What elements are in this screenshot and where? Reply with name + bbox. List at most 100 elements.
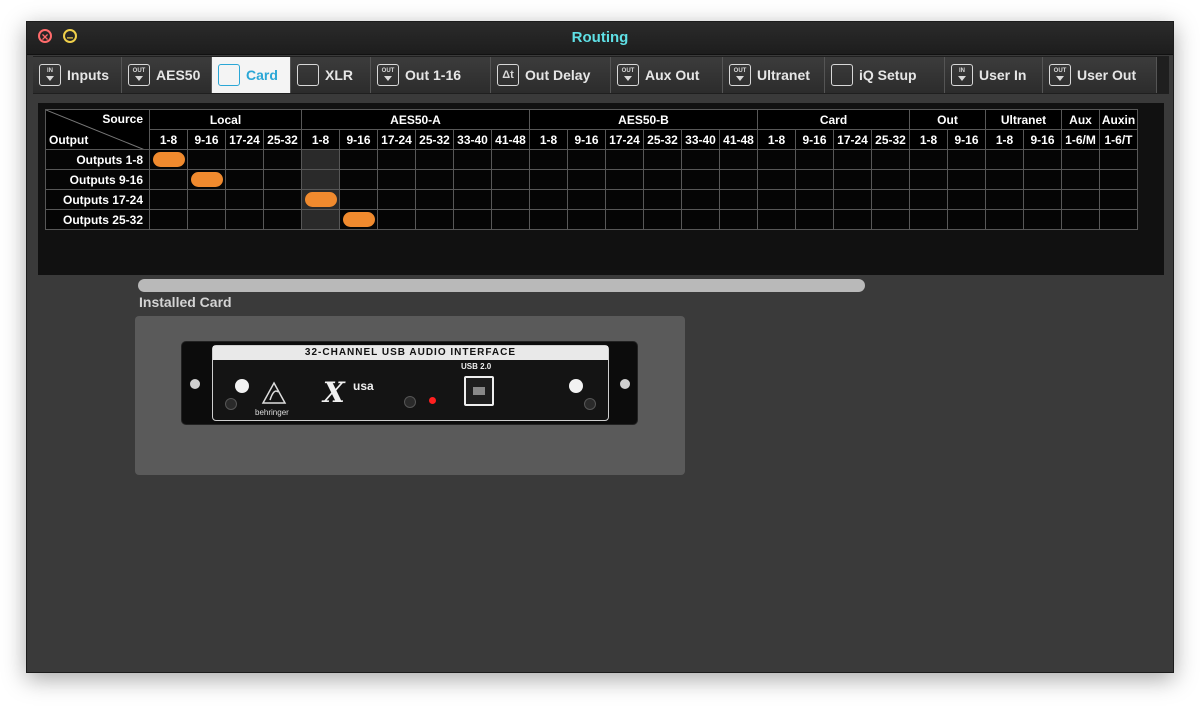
routing-cell[interactable]	[909, 149, 948, 170]
routing-cell[interactable]	[1023, 209, 1062, 230]
routing-cell[interactable]	[605, 189, 644, 210]
routing-cell[interactable]	[377, 169, 416, 190]
routing-cell[interactable]	[339, 149, 378, 170]
routing-cell[interactable]	[947, 189, 986, 210]
routing-cell[interactable]	[415, 149, 454, 170]
tab-iq-setup[interactable]: iQ Setup	[825, 57, 945, 93]
routing-cell[interactable]	[871, 189, 910, 210]
routing-cell[interactable]	[719, 169, 758, 190]
routing-cell[interactable]	[301, 209, 340, 230]
routing-cell[interactable]	[833, 209, 872, 230]
routing-cell[interactable]	[795, 149, 834, 170]
routing-cell[interactable]	[1099, 189, 1138, 210]
routing-cell[interactable]	[871, 149, 910, 170]
routing-cell[interactable]	[187, 149, 226, 170]
routing-cell[interactable]	[605, 209, 644, 230]
routing-cell[interactable]	[795, 169, 834, 190]
tab-aux-out[interactable]: OUT Aux Out	[611, 57, 723, 93]
routing-cell[interactable]	[605, 149, 644, 170]
routing-cell[interactable]	[719, 209, 758, 230]
routing-cell[interactable]	[985, 149, 1024, 170]
routing-cell[interactable]	[263, 169, 302, 190]
routing-cell[interactable]	[225, 189, 264, 210]
routing-cell[interactable]	[301, 149, 340, 170]
routing-cell[interactable]	[681, 189, 720, 210]
routing-cell[interactable]	[339, 189, 378, 210]
routing-cell[interactable]	[453, 209, 492, 230]
routing-cell[interactable]	[681, 169, 720, 190]
routing-cell[interactable]	[263, 209, 302, 230]
routing-cell[interactable]	[529, 189, 568, 210]
routing-cell[interactable]	[567, 149, 606, 170]
routing-cell[interactable]	[833, 149, 872, 170]
tab-out-1-16[interactable]: OUT Out 1-16	[371, 57, 491, 93]
routing-cell[interactable]	[1023, 189, 1062, 210]
routing-cell[interactable]	[909, 169, 948, 190]
routing-cell[interactable]	[377, 209, 416, 230]
routing-cell[interactable]	[225, 169, 264, 190]
routing-cell[interactable]	[187, 209, 226, 230]
routing-cell[interactable]	[187, 189, 226, 210]
routing-cell[interactable]	[1023, 149, 1062, 170]
routing-cell[interactable]	[757, 149, 796, 170]
routing-cell[interactable]	[453, 169, 492, 190]
routing-cell[interactable]	[643, 169, 682, 190]
routing-cell[interactable]	[643, 189, 682, 210]
routing-cell[interactable]	[149, 149, 188, 170]
routing-cell[interactable]	[643, 209, 682, 230]
routing-cell[interactable]	[605, 169, 644, 190]
routing-cell[interactable]	[491, 169, 530, 190]
tab-card[interactable]: Card	[212, 57, 291, 93]
routing-cell[interactable]	[567, 189, 606, 210]
route-assignment-indicator[interactable]	[152, 152, 185, 168]
routing-cell[interactable]	[1061, 189, 1100, 210]
routing-cell[interactable]	[529, 149, 568, 170]
tab-inputs[interactable]: IN Inputs	[33, 57, 122, 93]
routing-cell[interactable]	[149, 209, 188, 230]
routing-cell[interactable]	[947, 149, 986, 170]
tab-aes50[interactable]: OUT AES50	[122, 57, 212, 93]
tab-ultranet[interactable]: OUT Ultranet	[723, 57, 825, 93]
routing-cell[interactable]	[225, 209, 264, 230]
routing-cell[interactable]	[301, 169, 340, 190]
routing-cell[interactable]	[757, 169, 796, 190]
routing-cell[interactable]	[719, 149, 758, 170]
routing-cell[interactable]	[719, 189, 758, 210]
routing-cell[interactable]	[225, 149, 264, 170]
routing-cell[interactable]	[377, 189, 416, 210]
routing-cell[interactable]	[643, 149, 682, 170]
routing-cell[interactable]	[149, 189, 188, 210]
routing-cell[interactable]	[149, 169, 188, 190]
routing-cell[interactable]	[1099, 149, 1138, 170]
routing-cell[interactable]	[453, 149, 492, 170]
routing-cell[interactable]	[491, 209, 530, 230]
route-assignment-indicator[interactable]	[342, 212, 375, 228]
routing-cell[interactable]	[833, 189, 872, 210]
routing-cell[interactable]	[1061, 169, 1100, 190]
routing-cell[interactable]	[909, 189, 948, 210]
routing-cell[interactable]	[985, 209, 1024, 230]
routing-cell[interactable]	[529, 169, 568, 190]
routing-cell[interactable]	[833, 169, 872, 190]
routing-cell[interactable]	[567, 209, 606, 230]
routing-cell[interactable]	[491, 189, 530, 210]
routing-cell[interactable]	[871, 169, 910, 190]
routing-cell[interactable]	[1099, 209, 1138, 230]
routing-cell[interactable]	[947, 169, 986, 190]
tab-user-in[interactable]: IN User In	[945, 57, 1043, 93]
routing-cell[interactable]	[415, 189, 454, 210]
routing-cell[interactable]	[491, 149, 530, 170]
routing-cell[interactable]	[567, 169, 606, 190]
routing-cell[interactable]	[795, 209, 834, 230]
routing-cell[interactable]	[453, 189, 492, 210]
routing-cell[interactable]	[263, 189, 302, 210]
routing-cell[interactable]	[1099, 169, 1138, 190]
matrix-horizontal-scrollbar[interactable]	[138, 279, 865, 292]
routing-cell[interactable]	[947, 209, 986, 230]
routing-cell[interactable]	[909, 209, 948, 230]
routing-cell[interactable]	[985, 169, 1024, 190]
tab-xlr[interactable]: XLR	[291, 57, 371, 93]
routing-cell[interactable]	[871, 209, 910, 230]
tab-user-out[interactable]: OUT User Out	[1043, 57, 1157, 93]
routing-cell[interactable]	[985, 189, 1024, 210]
